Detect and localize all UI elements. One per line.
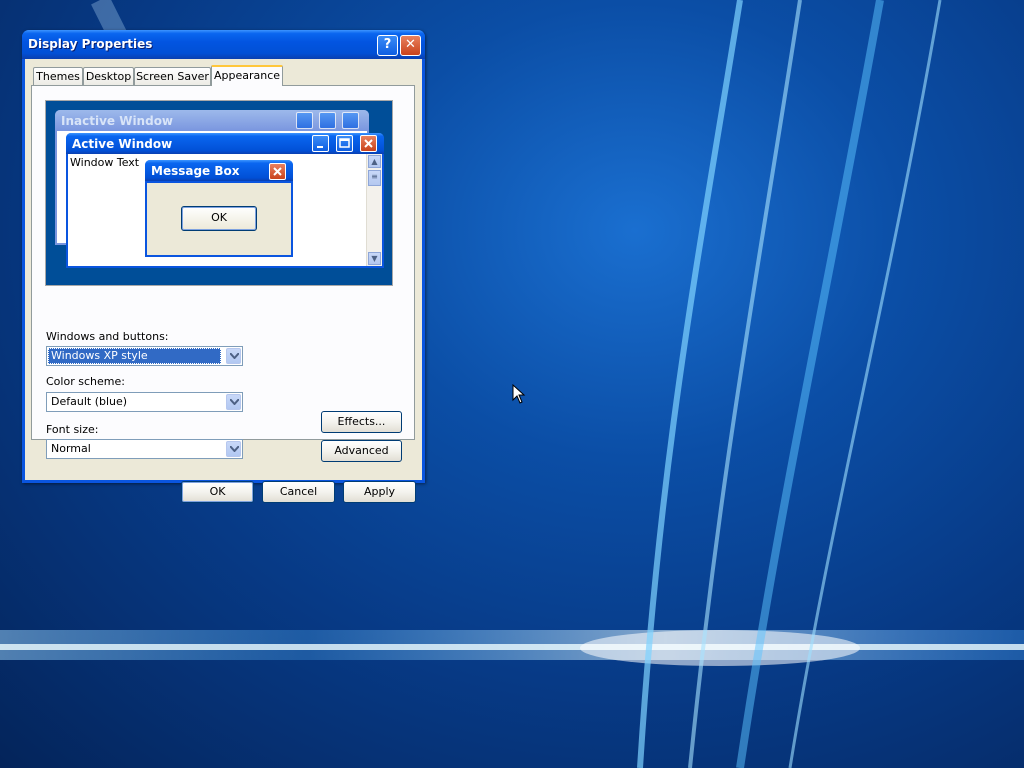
maximize-icon: [319, 112, 336, 129]
minimize-icon: [312, 135, 329, 152]
preview-scrollbar: ▲ ≡ ▼: [366, 154, 382, 266]
window-text-sample: Window Text: [70, 156, 140, 169]
preview-message-box: Message Box OK: [145, 160, 293, 257]
ok-button[interactable]: OK: [181, 481, 254, 503]
chevron-down-icon[interactable]: [226, 441, 241, 457]
color-scheme-label: Color scheme:: [46, 375, 125, 388]
font-size-value: Normal: [51, 442, 91, 455]
chevron-down-icon[interactable]: [226, 348, 241, 364]
scroll-thumb: ≡: [368, 170, 381, 186]
close-icon: [360, 135, 377, 152]
mouse-cursor-icon: [512, 384, 526, 404]
windows-buttons-label: Windows and buttons:: [46, 330, 169, 343]
chevron-down-icon[interactable]: [226, 394, 241, 410]
message-box-title: Message Box: [151, 164, 240, 178]
title-bar[interactable]: Display Properties ? ✕: [22, 30, 425, 59]
color-scheme-select[interactable]: Default (blue): [46, 392, 243, 412]
windows-buttons-select[interactable]: Windows XP style: [46, 346, 243, 366]
tab-themes[interactable]: Themes: [33, 67, 83, 85]
message-box-ok-button: OK: [181, 206, 257, 231]
close-button[interactable]: ✕: [400, 35, 421, 56]
scroll-down-icon: ▼: [368, 252, 381, 265]
close-icon: [269, 163, 286, 180]
active-window-title: Active Window: [72, 137, 173, 151]
windows-buttons-value: Windows XP style: [48, 348, 221, 364]
color-scheme-value: Default (blue): [51, 395, 128, 408]
preview-active-window: Active Window Window Text ▲ ≡ ▼ Message …: [66, 133, 384, 268]
font-size-select[interactable]: Normal: [46, 439, 243, 459]
help-button[interactable]: ?: [377, 35, 398, 56]
dialog-body: Themes Desktop Screen Saver Appearance I…: [25, 59, 422, 503]
display-properties-window: Display Properties ? ✕ Themes Desktop Sc…: [22, 30, 425, 503]
maximize-icon: [336, 135, 353, 152]
scroll-up-icon: ▲: [368, 155, 381, 168]
tab-desktop[interactable]: Desktop: [83, 67, 134, 85]
tab-screen-saver[interactable]: Screen Saver: [134, 67, 211, 85]
window-title: Display Properties: [28, 37, 153, 51]
inactive-window-title: Inactive Window: [61, 114, 174, 128]
close-icon: [342, 112, 359, 129]
tab-appearance[interactable]: Appearance: [211, 65, 283, 86]
font-size-label: Font size:: [46, 423, 99, 436]
appearance-preview: Inactive Window Active Window Window Tex…: [45, 100, 393, 286]
minimize-icon: [296, 112, 313, 129]
advanced-button[interactable]: Advanced: [321, 440, 402, 462]
cancel-button[interactable]: Cancel: [262, 481, 335, 503]
apply-button[interactable]: Apply: [343, 481, 416, 503]
effects-button[interactable]: Effects...: [321, 411, 402, 433]
